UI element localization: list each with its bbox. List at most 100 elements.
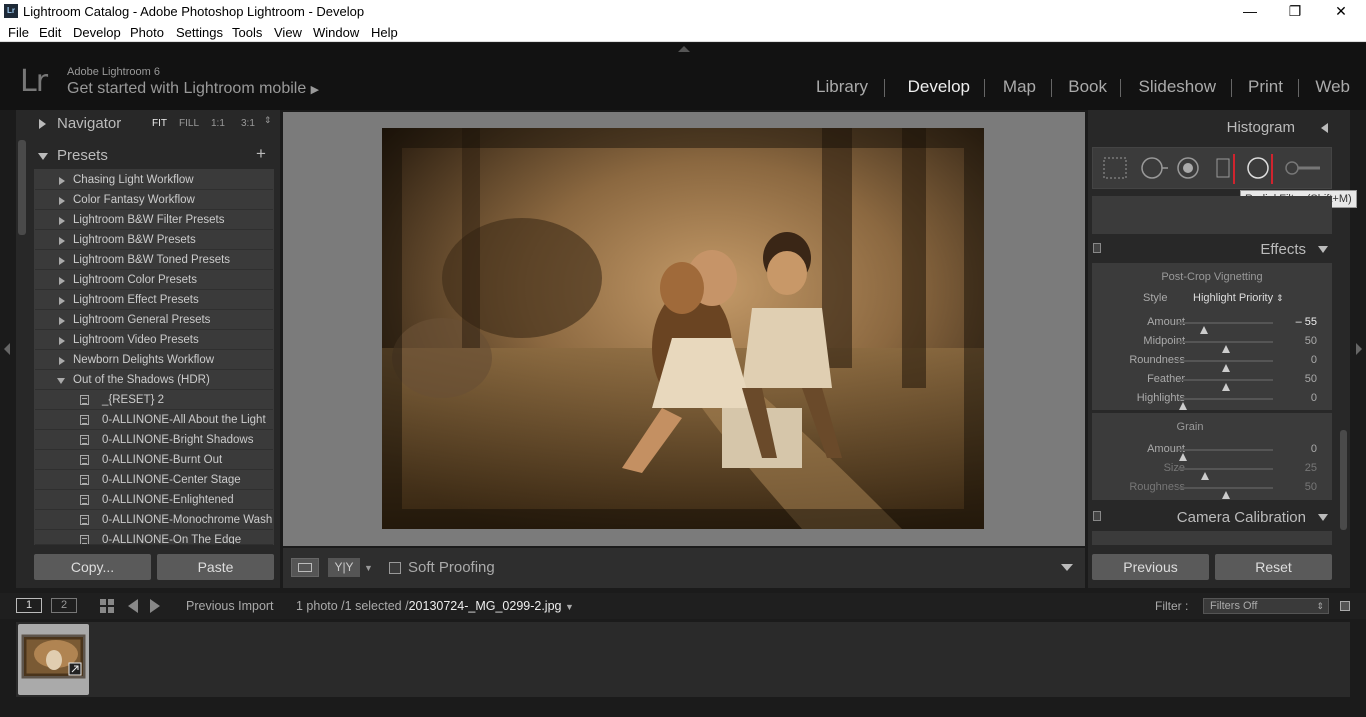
slider-knob[interactable] xyxy=(1221,491,1230,499)
preset-folder[interactable]: Lightroom Effect Presets xyxy=(35,290,273,310)
module-print[interactable]: Print xyxy=(1248,77,1283,97)
preset-folder[interactable]: Lightroom B&W Filter Presets xyxy=(35,210,273,230)
secondary-window-button[interactable]: 2 xyxy=(51,598,77,613)
restore-button[interactable]: ❐ xyxy=(1280,2,1310,20)
slider-track[interactable] xyxy=(1178,449,1273,461)
slider-value[interactable]: 50 xyxy=(1305,481,1317,493)
preset-item[interactable]: 0-ALLINONE-All About the Light xyxy=(35,410,273,430)
slider-row[interactable]: Roughness 50 xyxy=(1093,478,1331,499)
slider-value[interactable]: 50 xyxy=(1305,373,1317,385)
previous-photo-button[interactable] xyxy=(124,597,142,615)
preset-folder[interactable]: Lightroom B&W Presets xyxy=(35,230,273,250)
preset-folder[interactable]: Lightroom B&W Toned Presets xyxy=(35,250,273,270)
soft-proofing-checkbox[interactable] xyxy=(389,562,401,574)
copy-settings-button[interactable]: Copy... xyxy=(34,554,151,580)
navigator-header[interactable]: Navigator FIT FILL 1:1 3:1 ⇕ xyxy=(34,112,278,136)
slider-value[interactable]: 0 xyxy=(1311,443,1317,455)
effects-header[interactable]: Effects xyxy=(1092,238,1332,260)
preset-folder[interactable]: Lightroom Color Presets xyxy=(35,270,273,290)
menu-edit[interactable]: Edit xyxy=(39,25,61,40)
reset-button[interactable]: Reset xyxy=(1215,554,1332,580)
loupe-view-button[interactable] xyxy=(291,558,319,577)
menu-file[interactable]: File xyxy=(8,25,29,40)
presets-header[interactable]: Presets + xyxy=(34,144,278,168)
module-map[interactable]: Map xyxy=(1003,77,1036,97)
collapse-left-panel-icon[interactable] xyxy=(4,343,10,355)
minimize-button[interactable]: — xyxy=(1235,2,1265,20)
preset-item[interactable]: 0-ALLINONE-Enlightened xyxy=(35,490,273,510)
selection-info[interactable]: 1 photo /1 selected /20130724-_MG_0299-2… xyxy=(296,599,574,613)
preset-folder[interactable]: Newborn Delights Workflow xyxy=(35,350,273,370)
panel-switch-icon[interactable] xyxy=(1093,243,1101,253)
right-panel-scrollbar[interactable] xyxy=(1340,430,1347,530)
slider-value[interactable]: – 55 xyxy=(1296,316,1317,328)
preset-folder[interactable]: Lightroom General Presets xyxy=(35,310,273,330)
before-after-button[interactable]: Y|Y xyxy=(328,558,360,577)
slider-track[interactable] xyxy=(1178,379,1273,391)
close-button[interactable]: ✕ xyxy=(1326,2,1356,20)
slider-value[interactable]: 0 xyxy=(1311,354,1317,366)
slider-track[interactable] xyxy=(1178,341,1273,353)
preset-item[interactable]: 0-ALLINONE-Burnt Out xyxy=(35,450,273,470)
slider-value[interactable]: 0 xyxy=(1311,392,1317,404)
slider-row[interactable]: Midpoint 50 xyxy=(1093,332,1331,353)
add-preset-icon[interactable]: + xyxy=(256,144,266,164)
preset-item[interactable]: _{RESET} 2 xyxy=(35,390,273,410)
collapse-right-panel-icon[interactable] xyxy=(1356,343,1362,355)
menu-help[interactable]: Help xyxy=(371,25,398,40)
slider-value[interactable]: 50 xyxy=(1305,335,1317,347)
zoom-stepper-icon[interactable]: ⇕ xyxy=(264,115,272,126)
previous-button[interactable]: Previous xyxy=(1092,554,1209,580)
slider-row[interactable]: Amount 0 xyxy=(1093,440,1331,461)
menu-view[interactable]: View xyxy=(274,25,302,40)
main-window-button[interactable]: 1 xyxy=(16,598,42,613)
slider-value[interactable]: 25 xyxy=(1305,462,1317,474)
photo-preview[interactable] xyxy=(382,128,984,529)
filmstrip-thumbnail[interactable] xyxy=(18,624,89,695)
slider-row[interactable]: Highlights 0 xyxy=(1093,389,1331,410)
left-panel-scrollbar[interactable] xyxy=(18,140,26,235)
module-web[interactable]: Web xyxy=(1315,77,1350,97)
module-book[interactable]: Book xyxy=(1068,77,1107,97)
slider-row[interactable]: Feather 50 xyxy=(1093,370,1331,391)
menu-settings[interactable]: Settings xyxy=(176,25,223,40)
module-develop[interactable]: Develop xyxy=(908,77,970,97)
toolbar-content-dropdown-icon[interactable] xyxy=(1061,564,1073,571)
zoom-fit[interactable]: FIT xyxy=(152,118,167,129)
radial-filter-button[interactable] xyxy=(1134,152,1174,184)
slider-track[interactable] xyxy=(1178,398,1273,410)
source-label[interactable]: Previous Import xyxy=(186,599,274,613)
menu-tools[interactable]: Tools xyxy=(232,25,262,40)
camera-calibration-header[interactable]: Camera Calibration xyxy=(1092,506,1332,528)
zoom-fill[interactable]: FILL xyxy=(179,118,199,129)
slider-knob[interactable] xyxy=(1178,402,1187,410)
collapse-top-panel-icon[interactable] xyxy=(678,46,690,52)
zoom-3-1[interactable]: 3:1 xyxy=(241,118,255,129)
grid-view-button[interactable] xyxy=(98,597,118,615)
slider-row[interactable]: Amount – 55 xyxy=(1093,313,1331,334)
preset-folder[interactable]: Color Fantasy Workflow xyxy=(35,190,273,210)
next-photo-button[interactable] xyxy=(148,597,166,615)
preset-folder[interactable]: Lightroom Video Presets xyxy=(35,330,273,350)
menu-window[interactable]: Window xyxy=(313,25,359,40)
module-slideshow[interactable]: Slideshow xyxy=(1139,77,1217,97)
zoom-1-1[interactable]: 1:1 xyxy=(211,118,225,129)
menu-develop[interactable]: Develop xyxy=(73,25,121,40)
module-library[interactable]: Library xyxy=(816,77,868,97)
slider-track[interactable] xyxy=(1178,322,1273,334)
filter-select[interactable]: Filters Off ⇕ xyxy=(1203,598,1329,614)
slider-track[interactable] xyxy=(1178,360,1273,372)
preset-item[interactable]: 0-ALLINONE-Center Stage xyxy=(35,470,273,490)
style-select[interactable]: Highlight Priority ⇕ xyxy=(1193,292,1284,304)
mobile-prompt[interactable]: Get started with Lightroom mobile ▶ xyxy=(67,80,319,98)
before-after-dropdown-icon[interactable]: ▼ xyxy=(364,563,373,573)
slider-track[interactable] xyxy=(1178,468,1273,480)
paste-settings-button[interactable]: Paste xyxy=(157,554,274,580)
preset-item[interactable]: 0-ALLINONE-On The Edge xyxy=(35,530,273,545)
histogram-header[interactable]: Histogram xyxy=(1092,113,1332,141)
slider-track[interactable] xyxy=(1178,487,1273,499)
preset-item[interactable]: 0-ALLINONE-Bright Shadows xyxy=(35,430,273,450)
preset-folder[interactable]: Chasing Light Workflow xyxy=(35,170,273,190)
panel-switch-icon[interactable] xyxy=(1093,511,1101,521)
slider-row[interactable]: Size 25 xyxy=(1093,459,1331,480)
